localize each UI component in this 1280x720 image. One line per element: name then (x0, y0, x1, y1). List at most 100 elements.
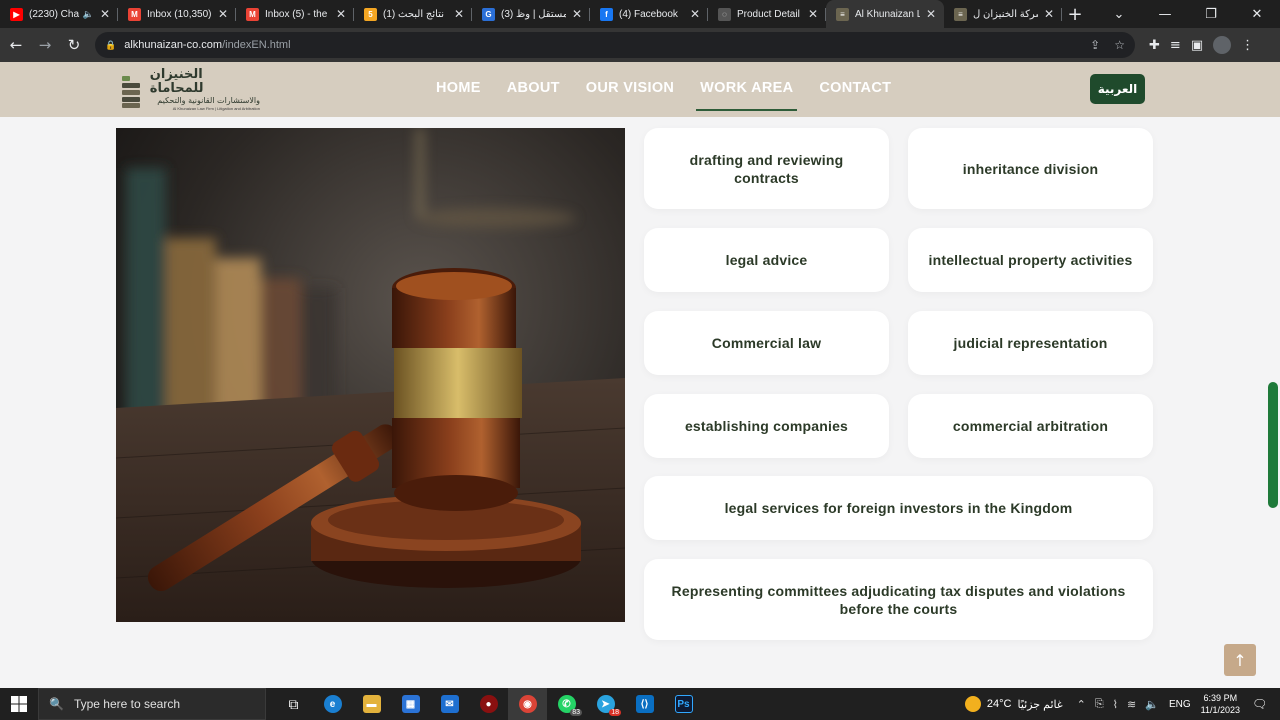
browser-tab[interactable]: 5 (1) نتائج البحث ✕ (354, 0, 472, 28)
back-button[interactable]: ← (3, 32, 29, 58)
browser-tab[interactable]: G (3) مستقل | وظ ✕ (472, 0, 590, 28)
books-logo-icon (120, 72, 144, 108)
network-icon[interactable]: ⌇ (1113, 698, 1118, 711)
browser-tab-strip: ▶ (2230) Cha 🔈 ✕ M Inbox (10,350) ✕ M Inbox (5) … (0, 0, 1280, 28)
work-area-card[interactable]: legal advice (644, 228, 889, 292)
scroll-to-top-button[interactable]: ↑ (1224, 644, 1256, 676)
volume-icon[interactable]: 🔈 (1145, 698, 1159, 711)
file-explorer-icon[interactable]: ▬ (352, 688, 391, 720)
nav-contact[interactable]: CONTACT (819, 62, 891, 117)
vscode-icon[interactable]: ⟨⟩ (625, 688, 664, 720)
whatsapp-icon[interactable]: ✆ 83 (547, 688, 586, 720)
address-bar[interactable]: 🔒 alkhunaizan-co.com/indexEN.html ⇪ ☆ (95, 32, 1135, 58)
site-header: الخنيزان للمحاماة والاستشارات القانونية … (0, 62, 1280, 117)
browser-tab[interactable]: f (4) Facebook ✕ (590, 0, 708, 28)
windows-taskbar: 🔍 Type here to search ⧉ e ▬ ▦ ✉ ● ◉ ✆ 83 … (0, 688, 1280, 720)
input-language[interactable]: ENG (1169, 699, 1191, 710)
chevron-up-icon[interactable]: ⌃ (1077, 698, 1086, 711)
work-area-card[interactable]: judicial representation (908, 311, 1153, 375)
weather-cloud-sun-icon (964, 696, 981, 712)
url-path: /indexEN.html (222, 39, 291, 51)
tab-title: (3) مستقل | وظ (501, 8, 566, 20)
browser-tab[interactable]: ▶ (2230) Cha 🔈 ✕ (0, 0, 118, 28)
work-area-card[interactable]: commercial arbitration (908, 394, 1153, 458)
tab-close-icon[interactable]: ✕ (334, 7, 348, 21)
tab-close-icon[interactable]: ✕ (452, 7, 466, 21)
mail-icon[interactable]: ✉ (430, 688, 469, 720)
browser-tab[interactable]: M Inbox (10,350) ✕ (118, 0, 236, 28)
tab-title: Al Khunaizan L (855, 8, 920, 20)
nav-about[interactable]: ABOUT (507, 62, 560, 117)
chrome-icon[interactable]: ◉ (508, 688, 547, 720)
work-area-card[interactable]: Representing committees adjudicating tax… (644, 559, 1153, 640)
menu-dots-icon[interactable]: ⋮ (1241, 38, 1254, 53)
browser-tab[interactable]: M Inbox (5) - the ✕ (236, 0, 354, 28)
tab-title: (1) نتائج البحث (383, 8, 444, 20)
weather-widget[interactable]: 24°C غائم جزئيًا (964, 696, 1063, 712)
work-area-card[interactable]: establishing companies (644, 394, 889, 458)
tab-favicon-icon: ▶ (10, 7, 23, 21)
browser-toolbar: ← → ↻ 🔒 alkhunaizan-co.com/indexEN.html … (0, 28, 1280, 62)
share-icon[interactable]: ⇪ (1090, 38, 1100, 52)
close-window-button[interactable]: ✕ (1234, 0, 1280, 28)
browser-tab[interactable]: ≡ شركة الخنيزان ل ✕ (944, 0, 1062, 28)
nav-home[interactable]: HOME (436, 62, 481, 117)
telegram-icon[interactable]: ➤ 18 (586, 688, 625, 720)
taskbar-clock[interactable]: 6:39 PM 11/1/2023 (1201, 692, 1240, 716)
tab-close-icon[interactable]: ✕ (688, 7, 702, 21)
work-area-card[interactable]: legal services for foreign investors in … (644, 476, 1153, 540)
search-icon: 🔍 (49, 697, 64, 711)
minimize-button[interactable]: — (1142, 0, 1188, 28)
bookmark-star-icon[interactable]: ☆ (1114, 38, 1125, 52)
work-area-card[interactable]: inheritance division (908, 128, 1153, 209)
task-view-icon[interactable]: ⧉ (274, 688, 313, 720)
tab-close-icon[interactable]: ✕ (570, 7, 584, 21)
site-logo[interactable]: الخنيزان للمحاماة والاستشارات القانونية … (120, 67, 260, 111)
window-controls: ⌄ — ❐ ✕ (1096, 0, 1280, 28)
profile-avatar[interactable] (1213, 36, 1232, 54)
meet-now-icon[interactable]: ⎘ (1095, 698, 1104, 711)
logo-english-line: Al Khunaizan Law Firm | Litigation and A… (172, 106, 260, 111)
reload-button[interactable]: ↻ (61, 32, 87, 58)
nav-our-vision[interactable]: OUR VISION (586, 62, 674, 117)
logo-arabic-title: الخنيزان للمحاماة (149, 67, 204, 96)
reading-list-icon[interactable]: ≡ (1170, 38, 1181, 53)
tab-audio-icon[interactable]: 🔈 (83, 9, 94, 20)
work-area-card[interactable]: intellectual property activities (908, 228, 1153, 292)
forward-button[interactable]: → (32, 32, 58, 58)
work-area-card[interactable]: Commercial law (644, 311, 889, 375)
tab-title: Inbox (5) - the (265, 8, 328, 20)
store-icon[interactable]: ▦ (391, 688, 430, 720)
tab-favicon-icon: M (128, 7, 141, 21)
side-panel-icon[interactable]: ▣ (1191, 38, 1203, 53)
photoshop-icon[interactable]: Ps (664, 688, 703, 720)
work-area-card[interactable]: drafting and reviewing contracts (644, 128, 889, 209)
browser-tab[interactable]: ≡ Al Khunaizan L ✕ (826, 0, 944, 28)
tab-search-icon[interactable]: ⌄ (1096, 0, 1142, 28)
edge-icon[interactable]: e (313, 688, 352, 720)
nav-work-area[interactable]: WORK AREA (696, 62, 798, 117)
tab-close-icon[interactable]: ✕ (924, 7, 938, 21)
whatsapp-badge: 83 (570, 709, 582, 716)
extensions-icon[interactable]: ✚ (1149, 38, 1160, 53)
page-scrollbar[interactable] (1268, 382, 1278, 508)
arabic-language-button[interactable]: العربية (1090, 74, 1145, 104)
tab-close-icon[interactable]: ✕ (806, 7, 820, 21)
arrow-up-icon: ↑ (1233, 650, 1247, 670)
gavel-photo (116, 128, 625, 622)
notifications-icon[interactable]: 🗨 (1252, 697, 1274, 711)
taskbar-search[interactable]: 🔍 Type here to search (38, 688, 266, 720)
antivirus-icon[interactable]: ● (469, 688, 508, 720)
tab-favicon-icon: f (600, 7, 613, 21)
tab-close-icon[interactable]: ✕ (216, 7, 230, 21)
tab-favicon-icon: 5 (364, 7, 377, 21)
tab-favicon-icon: ≡ (954, 7, 967, 21)
browser-tab[interactable]: ◌ Product Detail ✕ (708, 0, 826, 28)
tab-close-icon[interactable]: ✕ (98, 7, 112, 21)
tab-close-icon[interactable]: ✕ (1042, 7, 1056, 21)
new-tab-button[interactable]: + (1062, 0, 1088, 28)
main-nav: HOME ABOUT OUR VISION WORK AREA CONTACT (436, 62, 917, 117)
restore-button[interactable]: ❐ (1188, 0, 1234, 28)
start-button[interactable] (0, 688, 38, 720)
wifi-icon[interactable]: ≋ (1127, 698, 1136, 711)
